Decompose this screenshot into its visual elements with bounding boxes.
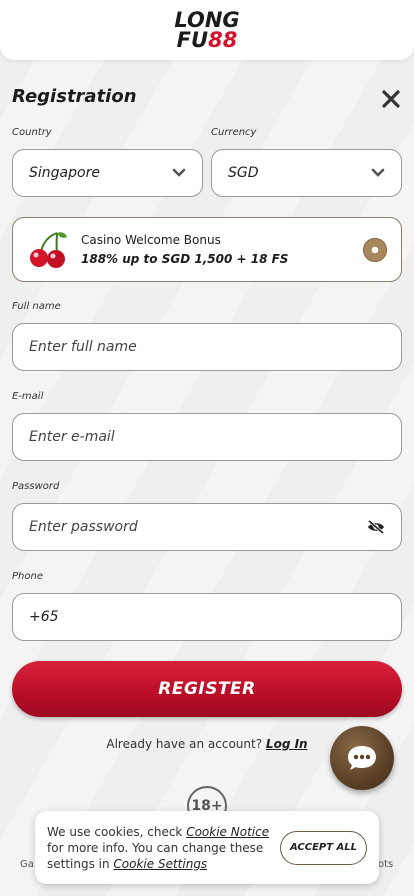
logo-line2: FU88 (176, 28, 238, 52)
currency-label: Currency (211, 127, 257, 138)
chevron-down-icon (371, 168, 385, 177)
footer-text-right: ots (378, 859, 394, 870)
eye-off-icon[interactable] (367, 520, 385, 534)
country-select[interactable]: Singapore (12, 149, 203, 197)
register-button[interactable]: REGISTER (12, 661, 402, 717)
chat-button[interactable] (330, 726, 394, 790)
currency-value: SGD (228, 165, 259, 181)
currency-select[interactable]: SGD (211, 149, 402, 197)
fullname-placeholder: Enter full name (29, 339, 137, 355)
login-link[interactable]: Log In (266, 737, 308, 751)
phone-label: Phone (12, 571, 43, 582)
cookie-banner: We use cookies, check Cookie Notice for … (35, 811, 379, 884)
bonus-description: 188% up to SGD 1,500 + 18 FS (81, 252, 289, 266)
phone-input[interactable]: +65 (12, 593, 402, 641)
country-value: Singapore (29, 165, 100, 181)
close-button[interactable] (378, 86, 404, 112)
email-label: E-mail (12, 391, 44, 402)
logo[interactable]: LONG FU88 (174, 8, 240, 52)
country-label: Country (12, 127, 52, 138)
page-title: Registration (12, 86, 137, 107)
phone-value: +65 (29, 609, 59, 625)
logo-line1: LONG (174, 8, 240, 32)
fullname-label: Full name (12, 301, 61, 312)
footer-text-left: Ga (20, 859, 34, 870)
cookie-notice-link[interactable]: Cookie Notice (186, 825, 269, 839)
chat-icon (348, 746, 376, 770)
cherry-icon (30, 231, 67, 268)
accept-all-button[interactable]: ACCEPT ALL (280, 830, 367, 865)
bonus-radio[interactable] (363, 237, 387, 262)
login-prompt-text: Already have an account? (106, 737, 263, 751)
password-label: Password (12, 481, 60, 492)
fullname-input[interactable]: Enter full name (12, 323, 402, 371)
close-icon (382, 90, 400, 108)
bonus-option[interactable]: Casino Welcome Bonus 188% up to SGD 1,50… (12, 217, 402, 282)
email-input[interactable]: Enter e-mail (12, 413, 402, 461)
cookie-settings-link[interactable]: Cookie Settings (113, 857, 207, 871)
bonus-title: Casino Welcome Bonus (81, 233, 221, 247)
cookie-text: We use cookies, check Cookie Notice for … (47, 824, 270, 871)
chevron-down-icon (172, 168, 186, 177)
password-placeholder: Enter password (29, 519, 138, 535)
header: LONG FU88 (0, 0, 414, 60)
password-input[interactable]: Enter password (12, 503, 402, 551)
email-placeholder: Enter e-mail (29, 429, 115, 445)
